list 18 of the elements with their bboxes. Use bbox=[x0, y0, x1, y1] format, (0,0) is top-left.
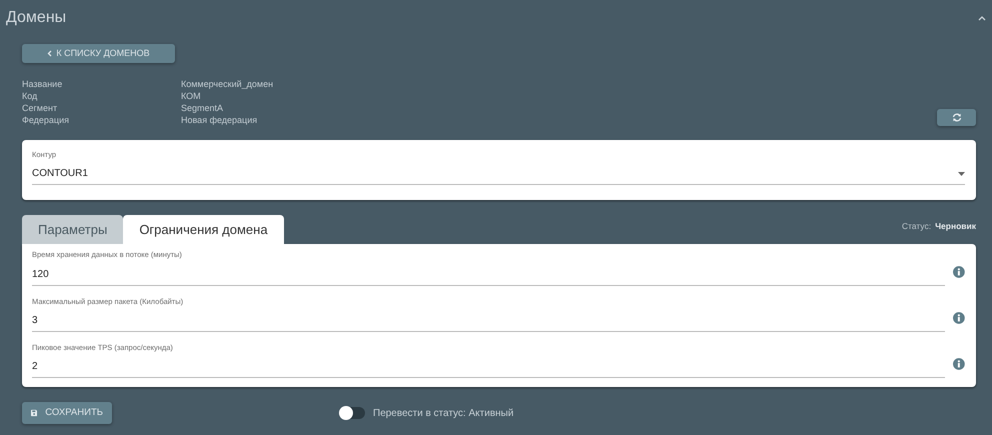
tab[interactable]: Параметры bbox=[22, 215, 124, 244]
input-field[interactable]: 120 bbox=[32, 264, 946, 286]
info-value: КОМ bbox=[181, 90, 201, 102]
toggle-label: Перевести в статус: Активный bbox=[373, 406, 514, 420]
info-value: SegmentA bbox=[181, 102, 224, 114]
tab[interactable]: Ограничения домена bbox=[123, 215, 284, 244]
info-label: Сегмент bbox=[22, 102, 58, 114]
page-title: Домены bbox=[6, 8, 66, 28]
status-label: Статус: bbox=[902, 220, 932, 232]
info-label: Код bbox=[22, 90, 38, 102]
input-field[interactable]: 2 bbox=[32, 356, 946, 378]
info-label: Федерация bbox=[22, 114, 70, 126]
status-value: Черновик bbox=[935, 220, 976, 232]
info-label: Название bbox=[22, 78, 64, 90]
info-value: Новая федерация bbox=[181, 114, 258, 126]
info-value: Коммерческий_домен bbox=[181, 78, 274, 90]
input-field[interactable]: 3 bbox=[32, 310, 946, 332]
contour-select[interactable]: CONTOUR1 bbox=[32, 163, 965, 186]
